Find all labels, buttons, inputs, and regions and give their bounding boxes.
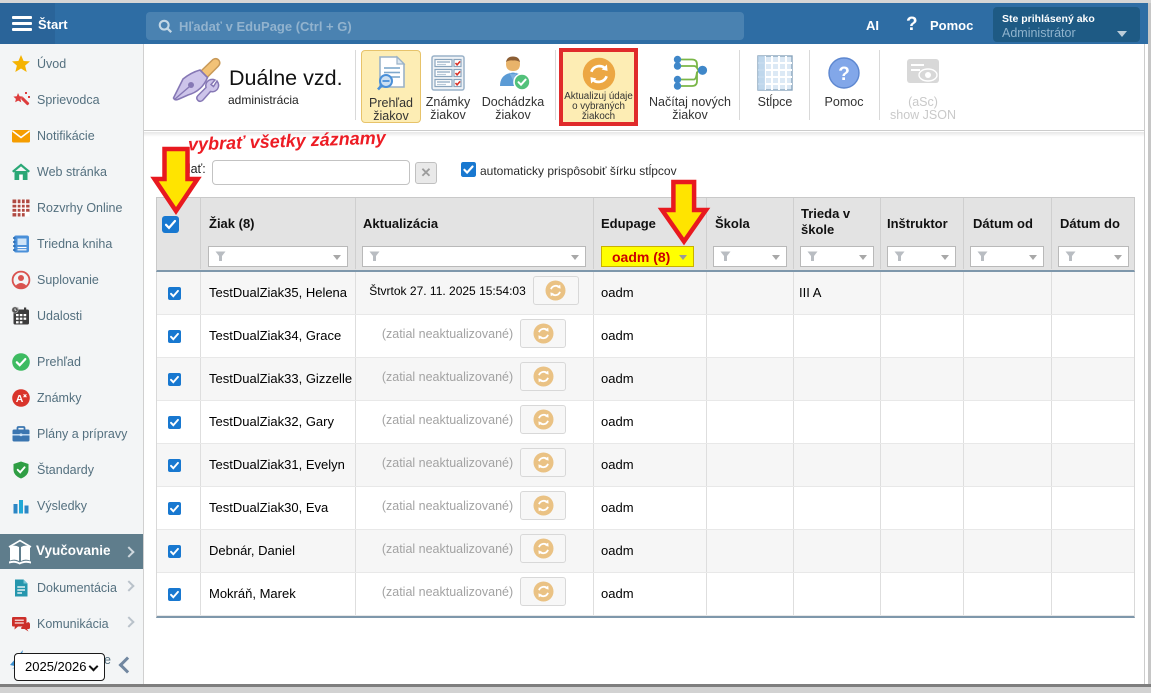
svg-text:?: ? <box>838 64 850 85</box>
svg-text:A: A <box>16 393 24 405</box>
